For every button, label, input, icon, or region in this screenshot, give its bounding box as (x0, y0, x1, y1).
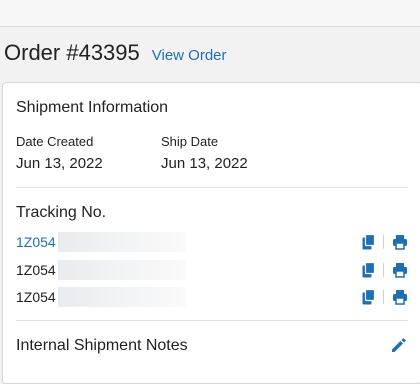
tracking-number: 1Z054 (16, 262, 56, 278)
copy-icon[interactable] (362, 233, 378, 250)
shipment-card: Shipment Information Date Created Jun 13… (2, 82, 420, 384)
notes-heading: Internal Shipment Notes (16, 337, 188, 354)
copy-icon[interactable] (362, 261, 378, 278)
ship-date-value: Jun 13, 2022 (161, 155, 248, 172)
order-header: Order #43395 View Order (4, 40, 227, 70)
date-created-label: Date Created (16, 134, 94, 149)
print-icon[interactable] (392, 262, 408, 278)
tracking-number: 1Z054 (16, 289, 56, 305)
top-bar (0, 0, 420, 27)
icon-separator (383, 290, 384, 304)
print-icon[interactable] (392, 234, 408, 250)
tracking-row: 1Z054 (16, 287, 408, 309)
tracking-heading: Tracking No. (16, 204, 107, 221)
ship-date-label: Ship Date (161, 134, 219, 149)
print-icon[interactable] (392, 289, 408, 305)
divider (16, 320, 408, 321)
icon-separator (383, 235, 384, 249)
divider (16, 187, 408, 188)
shipment-info-heading: Shipment Information (16, 99, 169, 116)
order-title: Order #43395 (4, 40, 140, 65)
view-order-link[interactable]: View Order (152, 47, 227, 64)
redacted-block (58, 287, 186, 307)
date-created-value: Jun 13, 2022 (16, 155, 103, 172)
tracking-row: 1Z054 (16, 232, 408, 254)
tracking-row: 1Z054 (16, 260, 408, 282)
copy-icon[interactable] (362, 288, 378, 305)
tracking-number-link[interactable]: 1Z054 (16, 234, 56, 250)
redacted-block (58, 260, 186, 280)
redacted-block (58, 232, 186, 252)
pencil-icon[interactable] (390, 336, 408, 354)
icon-separator (383, 263, 384, 277)
